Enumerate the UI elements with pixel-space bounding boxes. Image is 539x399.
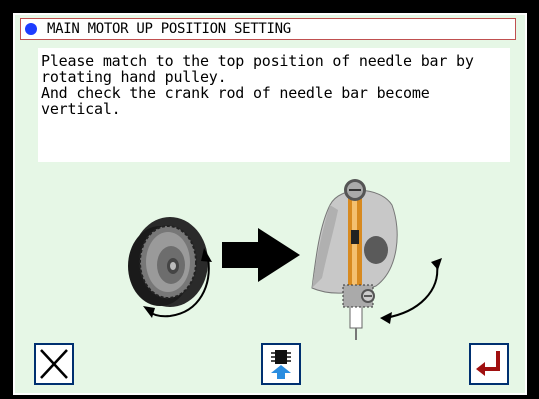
close-x-icon <box>40 349 68 379</box>
enter-button[interactable] <box>469 343 509 385</box>
needle-bar-crank-icon <box>311 179 442 340</box>
cancel-button[interactable] <box>34 343 74 385</box>
arrow-right-icon <box>222 228 300 282</box>
enter-return-icon <box>476 351 500 376</box>
illustration <box>128 179 442 340</box>
transfer-button[interactable] <box>261 343 301 385</box>
upload-chip-icon <box>271 350 291 379</box>
window-frame: MAIN MOTOR UP POSITION SETTING Please ma… <box>0 0 539 399</box>
hand-pulley-rotate-icon <box>128 217 212 318</box>
